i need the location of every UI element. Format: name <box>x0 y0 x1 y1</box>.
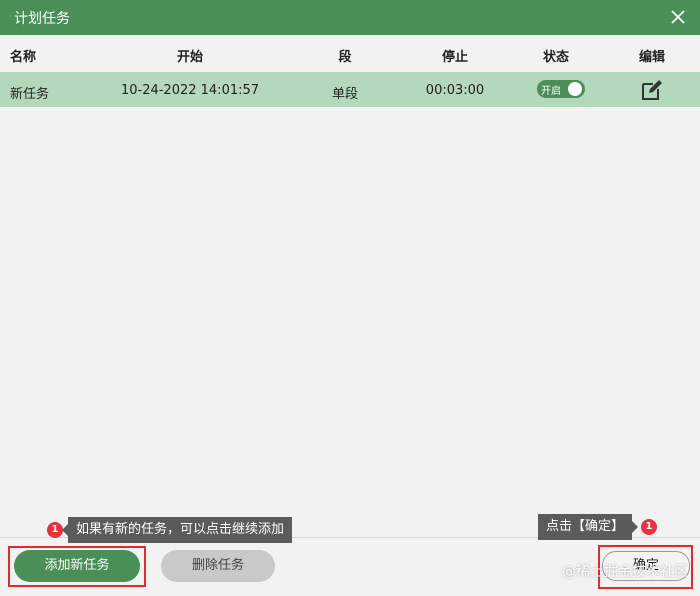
task-stop-time: 00:03:00 <box>425 83 485 98</box>
task-name: 新任务 <box>10 87 50 102</box>
delete-task-button[interactable]: 删除任务 <box>161 550 275 582</box>
status-toggle-label: 开启 <box>541 86 561 97</box>
step-badge: 1 <box>641 519 657 535</box>
tooltip-confirm: 点击【确定】 <box>538 514 639 540</box>
add-task-button[interactable]: 添加新任务 <box>14 550 140 582</box>
column-header-stop: 停止 <box>441 50 469 65</box>
table-header: 名称 开始 段 停止 状态 编辑 <box>0 35 700 71</box>
column-header-start: 开始 <box>176 50 204 65</box>
column-header-name: 名称 <box>10 50 37 65</box>
column-header-status: 状态 <box>542 50 570 65</box>
step-badge: 1 <box>47 522 63 538</box>
status-toggle[interactable]: 开启 <box>537 80 585 98</box>
tooltip-add-task: 如果有新的任务，可以点击继续添加 <box>61 517 293 543</box>
table-row[interactable]: 新任务 10-24-2022 14:01:57 单段 00:03:00 开启 <box>0 72 700 107</box>
window-title: 计划任务 <box>14 11 70 27</box>
column-header-segment: 段 <box>338 50 352 65</box>
title-bar: 计划任务 <box>0 0 700 35</box>
edit-icon[interactable] <box>640 78 664 102</box>
close-icon[interactable] <box>666 5 690 29</box>
column-header-edit: 编辑 <box>638 50 666 65</box>
task-start-time: 10-24-2022 14:01:57 <box>120 83 260 98</box>
watermark: @稀土掘金技术社区 <box>562 564 688 580</box>
task-segment: 单段 <box>331 87 359 102</box>
toggle-knob <box>568 82 582 96</box>
